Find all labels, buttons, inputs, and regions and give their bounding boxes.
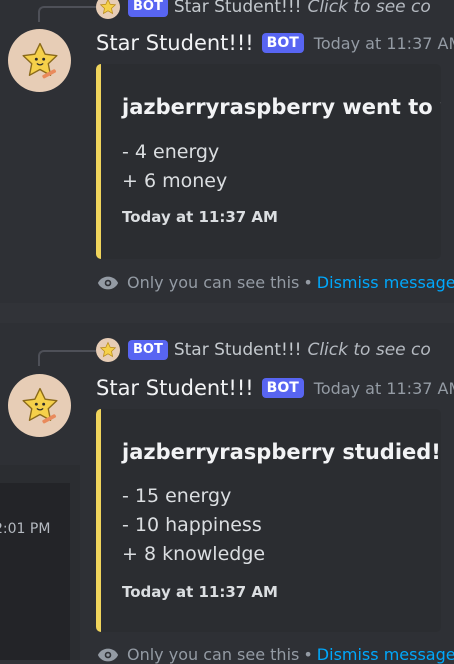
timestamp[interactable]: Today at 11:37 AM: [314, 34, 454, 53]
reply-preview[interactable]: BOT Star Student!!! Click to see co: [96, 0, 431, 19]
embed-line: - 10 happiness: [122, 514, 262, 536]
star-student-avatar-icon[interactable]: [8, 374, 71, 437]
reply-avatar-icon: [96, 338, 120, 362]
embed-title: jazberryraspberry went to work!: [122, 95, 441, 119]
embed-line: + 8 knowledge: [122, 543, 266, 565]
embed-title: jazberryraspberry studied!: [122, 440, 441, 464]
reply-avatar-icon: [96, 0, 120, 19]
bot-tag: BOT: [261, 378, 304, 398]
reply-username[interactable]: Star Student!!!: [174, 0, 302, 17]
embed-footer: Today at 11:37 AM: [122, 208, 278, 226]
embed: jazberryraspberry studied! - 15 energy -…: [96, 409, 441, 632]
separator: •: [303, 645, 313, 664]
ephemeral-text: Only you can see this: [127, 273, 300, 292]
bot-tag: BOT: [128, 0, 168, 17]
eye-icon: [97, 647, 119, 663]
reply-connector: [38, 350, 96, 366]
reply-connector: [38, 6, 96, 22]
eye-icon: [97, 275, 119, 291]
bot-tag: BOT: [128, 340, 168, 360]
username[interactable]: Star Student!!!: [96, 376, 254, 400]
embed: jazberryraspberry went to work! - 4 ener…: [96, 64, 441, 259]
message-header: Star Student!!! BOT Today at 11:37 AM: [96, 31, 454, 55]
ephemeral-text: Only you can see this: [127, 645, 300, 664]
background-window: [0, 465, 80, 660]
reply-preview[interactable]: BOT Star Student!!! Click to see co: [96, 338, 431, 362]
embed-footer: Today at 11:37 AM: [122, 583, 278, 601]
embed-line: - 4 energy: [122, 141, 220, 163]
embed-line: + 6 money: [122, 170, 228, 192]
embed-line: - 15 energy: [122, 485, 232, 507]
message-header: Star Student!!! BOT Today at 11:37 AM: [96, 376, 454, 400]
bot-tag: BOT: [261, 33, 304, 53]
reply-text[interactable]: Click to see co: [307, 0, 430, 17]
background-time: 2:01 PM: [0, 521, 51, 537]
background-window-inner: [0, 483, 70, 660]
star-student-avatar-icon[interactable]: [8, 29, 71, 92]
reply-text[interactable]: Click to see co: [307, 340, 430, 360]
ephemeral-notice: Only you can see this • Dismiss message: [97, 273, 454, 292]
dismiss-message-link[interactable]: Dismiss message: [317, 273, 454, 292]
ephemeral-notice: Only you can see this • Dismiss message: [97, 645, 454, 664]
timestamp[interactable]: Today at 11:37 AM: [314, 379, 454, 398]
username[interactable]: Star Student!!!: [96, 31, 254, 55]
reply-username[interactable]: Star Student!!!: [174, 340, 302, 360]
dismiss-message-link[interactable]: Dismiss message: [317, 645, 454, 664]
separator: •: [303, 273, 313, 292]
